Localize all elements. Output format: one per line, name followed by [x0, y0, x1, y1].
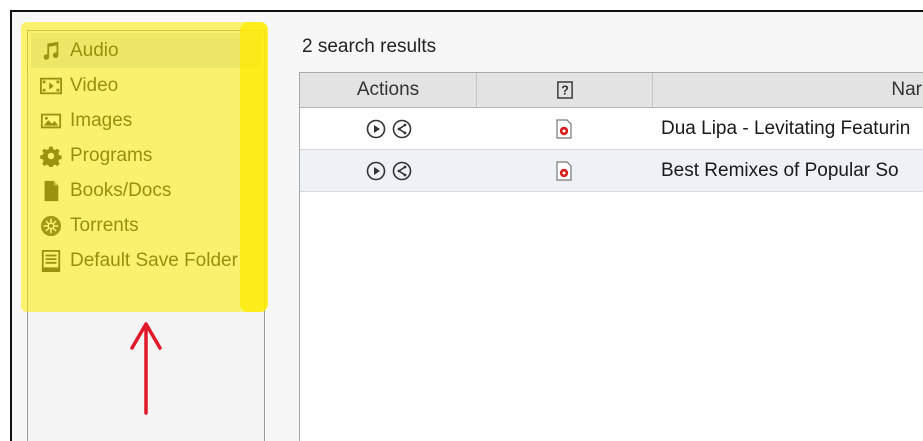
sidebar-item-label: Torrents: [70, 214, 139, 236]
document-icon: [38, 178, 64, 204]
row-actions: [300, 150, 477, 192]
sidebar-item-books-docs[interactable]: Books/Docs: [31, 173, 261, 208]
sidebar-item-label: Video: [70, 74, 119, 96]
share-icon[interactable]: [392, 161, 412, 181]
results-table: Actions ? Nar Dua Lipa - Levitating Feat…: [299, 72, 923, 441]
music-note-icon: [38, 38, 64, 64]
sidebar-item-label: Books/Docs: [70, 179, 172, 201]
torrent-icon: [38, 213, 64, 239]
sidebar-item-programs[interactable]: Programs: [31, 138, 261, 173]
column-header-name[interactable]: Nar: [653, 73, 923, 107]
film-icon: [38, 73, 64, 99]
play-icon[interactable]: [366, 161, 386, 181]
image-icon: [38, 108, 64, 134]
play-icon[interactable]: [366, 119, 386, 139]
sidebar-item-label: Programs: [70, 144, 153, 166]
svg-text:?: ?: [561, 83, 569, 97]
sidebar-item-audio[interactable]: Audio: [31, 33, 261, 68]
sidebar-item-video[interactable]: Video: [31, 68, 261, 103]
table-header: Actions ? Nar: [300, 73, 923, 108]
share-icon[interactable]: [392, 119, 412, 139]
column-header-file-type[interactable]: ?: [477, 73, 653, 107]
question-file-icon: ?: [556, 81, 573, 99]
result-name: Best Remixes of Popular So: [661, 160, 899, 181]
save-folder-icon: [38, 248, 64, 274]
audio-file-icon: [555, 150, 585, 192]
row-actions: [300, 108, 477, 150]
column-header-actions[interactable]: Actions: [300, 73, 477, 107]
red-arrow-annotation: [130, 322, 162, 415]
sidebar-item-label: Default Save Folder: [70, 249, 238, 271]
table-row[interactable]: Dua Lipa - Levitating Featurin: [300, 108, 923, 150]
result-name: Dua Lipa - Levitating Featurin: [661, 118, 911, 139]
sidebar-item-default-save-folder[interactable]: Default Save Folder: [31, 243, 261, 278]
sidebar-item-images[interactable]: Images: [31, 103, 261, 138]
sidebar-item-torrents[interactable]: Torrents: [31, 208, 261, 243]
search-results-count: 2 search results: [302, 36, 437, 57]
sidebar-item-label: Images: [70, 109, 133, 131]
gear-icon: [38, 143, 64, 169]
table-row[interactable]: Best Remixes of Popular So: [300, 150, 923, 192]
audio-file-icon: [555, 108, 585, 150]
sidebar-item-label: Audio: [70, 39, 119, 61]
